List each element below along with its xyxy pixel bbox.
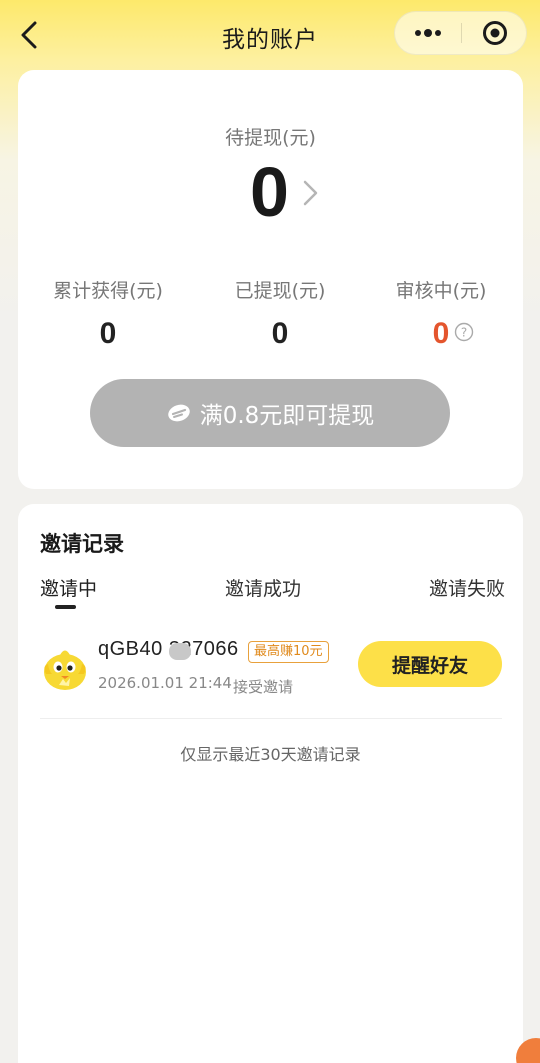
stat-value: 0 (271, 317, 289, 350)
chevron-right-icon[interactable] (300, 176, 324, 210)
close-button[interactable] (462, 12, 527, 54)
withdraw-button-label: 满0.8元即可提现 (199, 403, 375, 429)
invite-records-card: 邀请记录 邀请中 邀请成功 邀请失败 qGB40 327066 最高赚10元 2… (18, 504, 523, 1063)
tab-invite-failed[interactable]: 邀请失败 (429, 574, 505, 601)
stat-under-review: 审核中(元) 0 (357, 276, 525, 351)
stat-value: 0 (99, 317, 117, 350)
mini-program-capsule (394, 11, 527, 55)
pending-withdraw-label: 待提现(元) (225, 127, 316, 149)
more-dots-icon (415, 29, 441, 37)
invite-time: 2026.01.01 21:44 (98, 674, 232, 692)
coin-icon (167, 404, 190, 422)
svg-text:?: ? (461, 326, 467, 340)
more-button[interactable] (395, 12, 461, 54)
chick-avatar-icon (44, 650, 86, 690)
stat-label: 累计获得(元) (53, 280, 163, 302)
close-target-icon (482, 21, 507, 45)
max-earn-badge: 最高赚10元 (248, 641, 329, 663)
stat-label: 已提现(元) (234, 280, 326, 302)
stat-value: 0 (432, 317, 450, 350)
stat-label: 审核中(元) (395, 280, 487, 302)
stat-total-earned: 累计获得(元) 0 (24, 276, 192, 351)
remind-friend-button[interactable]: 提醒好友 (358, 641, 502, 687)
list-item: qGB40 327066 最高赚10元 2026.01.01 21:44 接受邀… (40, 634, 502, 719)
tab-invite-success[interactable]: 邀请成功 (225, 574, 301, 601)
records-title: 邀请记录 (40, 532, 124, 556)
pending-withdraw-value[interactable]: 0 (250, 152, 289, 232)
privacy-mask (169, 643, 191, 660)
tab-inviting[interactable]: 邀请中 (40, 574, 97, 601)
invite-status: 接受邀请 (233, 678, 294, 696)
balance-card: 待提现(元) 0 累计获得(元) 0 已提现(元) 0 审核中(元) 0 ? 满… (18, 70, 523, 489)
tab-active-indicator (55, 605, 76, 609)
top-bar: 我的账户 (0, 0, 540, 72)
records-note: 仅显示最近30天邀请记录 (180, 745, 361, 764)
stat-withdrawn: 已提现(元) 0 (196, 276, 364, 351)
withdraw-button[interactable]: 满0.8元即可提现 (90, 379, 450, 447)
help-icon[interactable]: ? (454, 322, 474, 342)
